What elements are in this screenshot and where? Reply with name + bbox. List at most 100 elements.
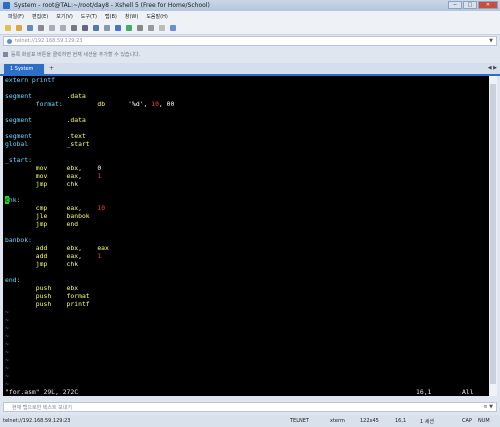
compose-icon[interactable] bbox=[126, 24, 132, 31]
font-icon[interactable] bbox=[104, 24, 110, 31]
terminal-line: jmp chk bbox=[5, 260, 78, 268]
tab-system[interactable]: 1 System bbox=[4, 64, 44, 74]
terminal-text: 10 bbox=[97, 204, 106, 212]
connect-icon[interactable] bbox=[27, 24, 33, 31]
terminal-text: extern printf bbox=[5, 76, 56, 84]
minimize-button[interactable]: ─ bbox=[448, 1, 462, 9]
scrollbar-thumb[interactable] bbox=[490, 84, 496, 384]
print-icon[interactable] bbox=[82, 24, 88, 31]
menu-tab[interactable]: 탭(B) bbox=[105, 13, 117, 20]
menu-tools[interactable]: 도구(T) bbox=[81, 13, 97, 20]
terminal-line: banbok: bbox=[5, 236, 32, 244]
menu-help[interactable]: 도움말(H) bbox=[146, 13, 167, 20]
terminal-screen[interactable]: "for.asm" 29L, 272C 16,1 All extern prin… bbox=[3, 76, 489, 396]
terminal-text: jle banbok bbox=[5, 212, 90, 220]
window-title: System - root@TAL:~/root/day8 - Xshell 5… bbox=[14, 2, 210, 9]
menu-edit[interactable]: 편집(E) bbox=[32, 13, 48, 20]
status-num: NUM bbox=[478, 418, 490, 424]
vim-empty-line-marker: ~ bbox=[5, 348, 9, 356]
paste-icon[interactable] bbox=[60, 24, 66, 31]
terminal-text: 1 bbox=[97, 172, 102, 180]
terminal-line: jmp end bbox=[5, 220, 78, 228]
terminal-line: mov ebx, 0 bbox=[5, 164, 101, 172]
status-cursor: 16,1 bbox=[395, 418, 407, 424]
xshell-app-icon bbox=[3, 2, 10, 9]
vim-empty-line-marker: ~ bbox=[5, 380, 9, 388]
close-button[interactable]: ✕ bbox=[478, 1, 498, 9]
terminal-text: .text bbox=[66, 132, 86, 140]
menu-view[interactable]: 보기(V) bbox=[56, 13, 73, 20]
reconnect-icon[interactable] bbox=[38, 24, 44, 31]
terminal-line: push printf bbox=[5, 300, 90, 308]
terminal-text: 1 bbox=[97, 252, 102, 260]
address-bar[interactable]: telnet://192.168.59.129:23 ▼ bbox=[3, 36, 497, 46]
send-menu-icon[interactable]: ≡ ▼ bbox=[483, 404, 493, 410]
terminal-line: segment .data bbox=[5, 92, 86, 100]
terminal-line: jmp chk bbox=[5, 180, 78, 188]
terminal-line: end: bbox=[5, 276, 20, 284]
terminal-text: mov ebx, bbox=[5, 164, 98, 172]
copy-icon[interactable] bbox=[49, 24, 55, 31]
vim-empty-line-marker: ~ bbox=[5, 372, 9, 380]
vim-empty-line-marker: ~ bbox=[5, 364, 9, 372]
find-icon[interactable] bbox=[71, 24, 77, 31]
chevron-down-icon[interactable]: ▼ bbox=[489, 38, 493, 44]
terminal-text: end: bbox=[5, 276, 21, 284]
keyboard-icon[interactable] bbox=[137, 24, 143, 31]
send-bar[interactable]: 현재 탭으로만 텍스트 보내기 ≡ ▼ bbox=[3, 402, 497, 412]
terminal-text: .data bbox=[66, 116, 86, 124]
status-size: 122x45 bbox=[360, 418, 379, 424]
terminal-text: , 00 bbox=[158, 100, 175, 108]
menu-file[interactable]: 파일(F) bbox=[8, 13, 24, 20]
terminal-text: hk: bbox=[8, 196, 21, 204]
status-connection: telnet://192.168.59.129:23 bbox=[3, 418, 71, 424]
status-protocol: TELNET bbox=[290, 418, 309, 424]
terminal-line: mov eax, 1 bbox=[5, 172, 101, 180]
terminal-line: add ebx, eax bbox=[5, 244, 109, 252]
vim-file-status: "for.asm" 29L, 272C bbox=[5, 388, 79, 396]
terminal-text: segment bbox=[5, 132, 67, 140]
send-input[interactable]: 현재 탭으로만 텍스트 보내기 bbox=[12, 404, 72, 411]
menu-window[interactable]: 창(W) bbox=[125, 13, 138, 20]
terminal-text: push ebx bbox=[5, 284, 79, 292]
new-session-icon[interactable] bbox=[5, 24, 11, 31]
status-bar: telnet://192.168.59.129:23 TELNET xterm … bbox=[0, 415, 500, 427]
terminal-text: 0 bbox=[97, 164, 102, 172]
terminal-text: jmp chk bbox=[5, 260, 79, 268]
lock-icon[interactable] bbox=[148, 24, 154, 31]
address-input[interactable]: telnet://192.168.59.129:23 bbox=[15, 38, 83, 44]
terminal-text: jmp end bbox=[5, 220, 79, 228]
window-controls: ─ □ ✕ bbox=[448, 1, 498, 9]
status-terminal: xterm bbox=[330, 418, 345, 424]
tab-bar: 1 System + ◀ ▶ bbox=[0, 63, 500, 76]
terminal-text: 10 bbox=[151, 100, 159, 108]
layout-icon[interactable] bbox=[159, 24, 165, 31]
help-icon[interactable] bbox=[170, 24, 176, 31]
terminal-text: push format bbox=[5, 292, 90, 300]
terminal-line: cmp eax, 10 bbox=[5, 204, 105, 212]
maximize-button[interactable]: □ bbox=[463, 1, 477, 9]
bookmark-icon bbox=[3, 51, 8, 57]
title-bar: System - root@TAL:~/root/day8 - Xshell 5… bbox=[0, 0, 500, 11]
terminal-line: jle banbok bbox=[5, 212, 90, 220]
vim-empty-line-marker: ~ bbox=[5, 324, 9, 332]
add-tab-button[interactable]: + bbox=[49, 65, 54, 72]
terminal-scrollbar[interactable] bbox=[489, 76, 497, 396]
menu-bar: 파일(F) 편집(E) 보기(V) 도구(T) 탭(B) 창(W) 도움말(H) bbox=[0, 11, 500, 21]
terminal-text: segment bbox=[5, 116, 67, 124]
vim-empty-line-marker: ~ bbox=[5, 308, 9, 316]
xftp-icon[interactable] bbox=[115, 24, 121, 31]
terminal-line: push format bbox=[5, 292, 90, 300]
hint-text: 등록 화살표 버튼을 클릭하면 현재 세션을 추가할 수 있습니다. bbox=[11, 51, 141, 58]
terminal-text: format: bbox=[5, 100, 67, 108]
globe-icon[interactable] bbox=[93, 24, 99, 31]
open-folder-icon[interactable] bbox=[16, 24, 22, 31]
status-sessions: 1 세션 bbox=[420, 419, 434, 425]
terminal-line: chk: bbox=[5, 196, 20, 204]
vim-scroll-status: All bbox=[462, 388, 474, 396]
status-cap: CAP bbox=[462, 418, 472, 424]
tab-nav-arrows[interactable]: ◀ ▶ bbox=[488, 65, 497, 71]
link-icon bbox=[7, 38, 12, 44]
terminal-text: add eax, bbox=[5, 252, 98, 260]
vim-empty-line-marker: ~ bbox=[5, 316, 9, 324]
